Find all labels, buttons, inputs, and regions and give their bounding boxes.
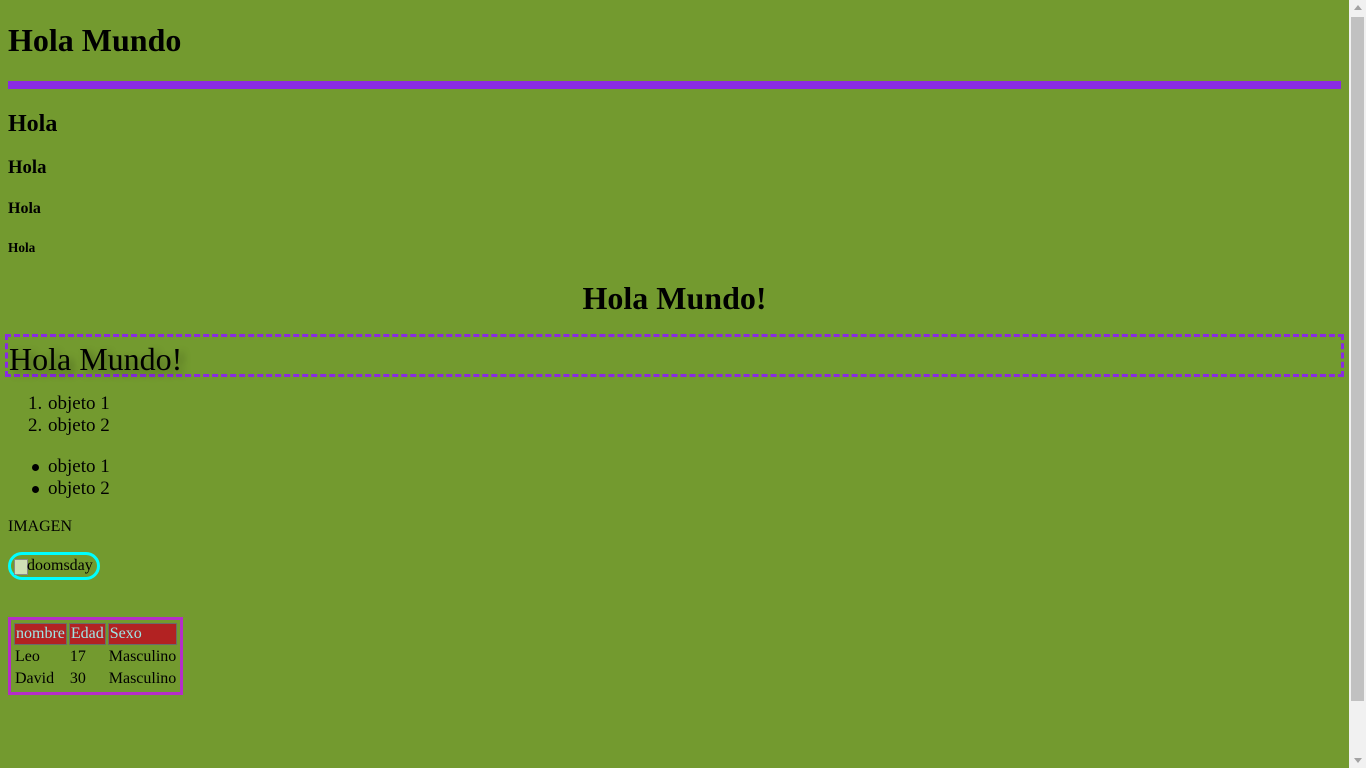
list-item-text: objeto 1 <box>48 393 110 414</box>
vertical-scrollbar[interactable] <box>1349 0 1366 768</box>
boxed-heading-text: Hola Mundo! <box>9 341 183 377</box>
centered-heading: Hola Mundo! <box>582 280 767 316</box>
unordered-list: objeto 1 objeto 2 <box>8 456 110 500</box>
page: Hola Mundo Hola Hola Hola Hola Hola Mund… <box>0 0 1349 768</box>
divider-bar <box>8 81 1341 89</box>
broken-image-icon <box>14 559 28 575</box>
list-item: objeto 2 <box>8 478 110 500</box>
image-label: IMAGEN <box>8 518 72 535</box>
image-alt-text: doomsday <box>27 557 93 574</box>
table-cell: Masculino <box>108 648 177 665</box>
scroll-down-icon[interactable] <box>1354 758 1362 763</box>
list-item: 1. objeto 1 <box>8 393 110 415</box>
table-cell: 17 <box>69 648 86 665</box>
heading-h3: Hola <box>8 157 47 178</box>
table-cell: David <box>15 670 55 687</box>
heading-h4: Hola <box>8 200 41 217</box>
heading-h5: Hola <box>8 240 36 255</box>
page-title: Hola Mundo <box>8 22 182 58</box>
list-item: 2. objeto 2 <box>8 415 110 437</box>
list-item-text: objeto 1 <box>48 456 110 477</box>
scrollbar-thumb[interactable] <box>1351 17 1364 701</box>
image-frame: doomsday <box>8 552 100 580</box>
heading-h2: Hola <box>8 111 58 137</box>
bullet-icon <box>32 486 39 493</box>
bullet-icon <box>32 464 39 471</box>
data-table: nombre Edad Sexo Leo 17 Masculino David … <box>8 617 184 695</box>
ordered-list: 1. objeto 1 2. objeto 2 <box>8 393 110 437</box>
table-row: Leo 17 Masculino <box>14 647 177 667</box>
boxed-heading: Hola Mundo! <box>5 334 1344 377</box>
list-item: objeto 1 <box>8 456 110 478</box>
list-item-text: objeto 2 <box>48 415 110 436</box>
table-cell: Leo <box>15 648 40 665</box>
table: nombre Edad Sexo Leo 17 Masculino David … <box>12 621 179 691</box>
list-marker: 1. <box>28 393 43 414</box>
table-header-cell: nombre <box>14 623 67 645</box>
list-marker: 2. <box>28 415 43 436</box>
table-cell: Masculino <box>108 670 177 687</box>
table-header-cell: Sexo <box>107 623 178 645</box>
scroll-up-icon[interactable] <box>1354 5 1362 10</box>
table-header-cell: Edad <box>68 623 106 645</box>
list-item-text: objeto 2 <box>48 478 110 499</box>
table-row: David 30 Masculino <box>14 669 177 689</box>
table-header-row: nombre Edad Sexo <box>14 623 178 645</box>
table-cell: 30 <box>69 670 86 687</box>
